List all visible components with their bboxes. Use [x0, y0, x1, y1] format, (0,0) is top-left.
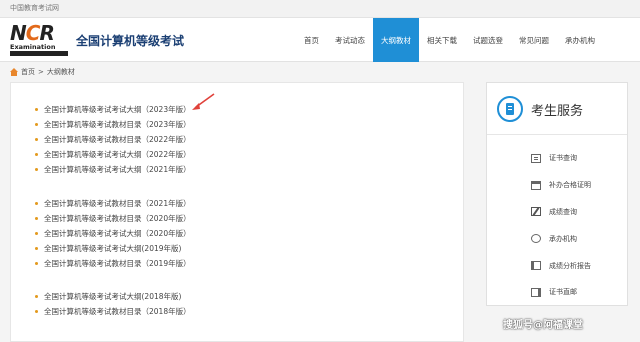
logo-word: Examination — [10, 43, 56, 51]
document-list-group-1: 全国计算机等级考试考试大纲（2023年版） 全国计算机等级考试教材目录（2023… — [35, 102, 191, 177]
list-item[interactable]: 全国计算机等级考试教材目录（2019年版） — [35, 256, 191, 271]
services-icon — [497, 96, 523, 122]
book-icon — [531, 261, 541, 271]
nav-organizers[interactable]: 承办机构 — [557, 18, 603, 62]
service-label: 证书查询 — [549, 154, 577, 163]
site-network-link[interactable]: 中国教育考试网 — [10, 3, 59, 13]
content-panel: 全国计算机等级考试考试大纲（2023年版） 全国计算机等级考试教材目录（2023… — [10, 82, 464, 342]
breadcrumb: 首页 > 大纲教材 — [10, 66, 75, 78]
list-item[interactable]: 全国计算机等级考试考试大纲(2018年版) — [35, 289, 191, 304]
services-list: 证书查询 补办合格证明 成绩查询 承办机构 成绩分析报告 证书直邮 — [487, 145, 627, 306]
list-item[interactable]: 全国计算机等级考试考试大纲（2022年版） — [35, 147, 191, 162]
list-item[interactable]: 全国计算机等级考试教材目录（2021年版） — [35, 196, 191, 211]
list-item[interactable]: 全国计算机等级考试考试大纲(2019年版) — [35, 241, 191, 256]
edit-icon — [531, 207, 541, 217]
nav-faq[interactable]: 常见问题 — [511, 18, 557, 62]
logo-bar — [10, 51, 68, 56]
site-header: NCR Examination 全国计算机等级考试 首页 考试动态 大纲教材 相… — [0, 18, 640, 62]
service-certificate-query[interactable]: 证书查询 — [487, 145, 627, 172]
logo-letters: NCR — [10, 21, 55, 45]
service-reissue-proof[interactable]: 补办合格证明 — [487, 172, 627, 199]
service-score-query[interactable]: 成绩查询 — [487, 199, 627, 226]
service-organizers[interactable]: 承办机构 — [487, 225, 627, 252]
service-score-report[interactable]: 成绩分析报告 — [487, 252, 627, 279]
nav-exam-news[interactable]: 考试动态 — [327, 18, 373, 62]
document-list-group-2: 全国计算机等级考试教材目录（2021年版） 全国计算机等级考试教材目录（2020… — [35, 196, 191, 271]
breadcrumb-current: 大纲教材 — [46, 68, 75, 76]
list-item[interactable]: 全国计算机等级考试教材目录（2022年版） — [35, 132, 191, 147]
list-item[interactable]: 全国计算机等级考试考试大纲（2023年版） — [35, 102, 191, 117]
organization-icon — [531, 234, 541, 244]
service-label: 证书直邮 — [549, 288, 577, 297]
list-item[interactable]: 全国计算机等级考试考试大纲（2020年版） — [35, 226, 191, 241]
certificate-icon — [531, 153, 541, 163]
ncre-logo[interactable]: NCR Examination — [10, 21, 70, 57]
main-nav: 首页 考试动态 大纲教材 相关下载 试题选登 常见问题 承办机构 — [296, 18, 603, 62]
nav-downloads[interactable]: 相关下载 — [419, 18, 465, 62]
top-bar: 中国教育考试网 — [0, 0, 640, 18]
highlight-arrow-icon — [192, 93, 215, 110]
service-label: 成绩分析报告 — [549, 261, 591, 270]
document-list-group-3: 全国计算机等级考试考试大纲(2018年版) 全国计算机等级考试教材目录（2018… — [35, 289, 191, 319]
list-item[interactable]: 全国计算机等级考试考试大纲（2021年版） — [35, 162, 191, 177]
service-label: 承办机构 — [549, 234, 577, 243]
home-icon — [10, 68, 18, 76]
site-title: 全国计算机等级考试 — [76, 34, 185, 48]
list-item[interactable]: 全国计算机等级考试教材目录（2020年版） — [35, 211, 191, 226]
services-header: 考生服务 — [487, 83, 627, 135]
service-label: 补办合格证明 — [549, 181, 591, 190]
service-label: 成绩查询 — [549, 207, 577, 216]
candidate-services-panel: 考生服务 证书查询 补办合格证明 成绩查询 承办机构 成绩分析报告 证书直邮 — [486, 82, 628, 306]
calendar-icon — [531, 180, 541, 190]
services-title: 考生服务 — [531, 104, 584, 119]
nav-syllabus[interactable]: 大纲教材 — [373, 18, 419, 62]
document-icon — [531, 287, 541, 297]
list-item[interactable]: 全国计算机等级考试教材目录（2018年版） — [35, 304, 191, 319]
list-item[interactable]: 全国计算机等级考试教材目录（2023年版） — [35, 117, 191, 132]
breadcrumb-home[interactable]: 首页 — [21, 67, 35, 77]
breadcrumb-separator: > — [38, 68, 44, 76]
service-certificate-mail[interactable]: 证书直邮 — [487, 279, 627, 306]
nav-sample-questions[interactable]: 试题选登 — [465, 18, 511, 62]
nav-home[interactable]: 首页 — [296, 18, 327, 62]
watermark: 搜狐号@阿福课堂 — [503, 320, 583, 331]
